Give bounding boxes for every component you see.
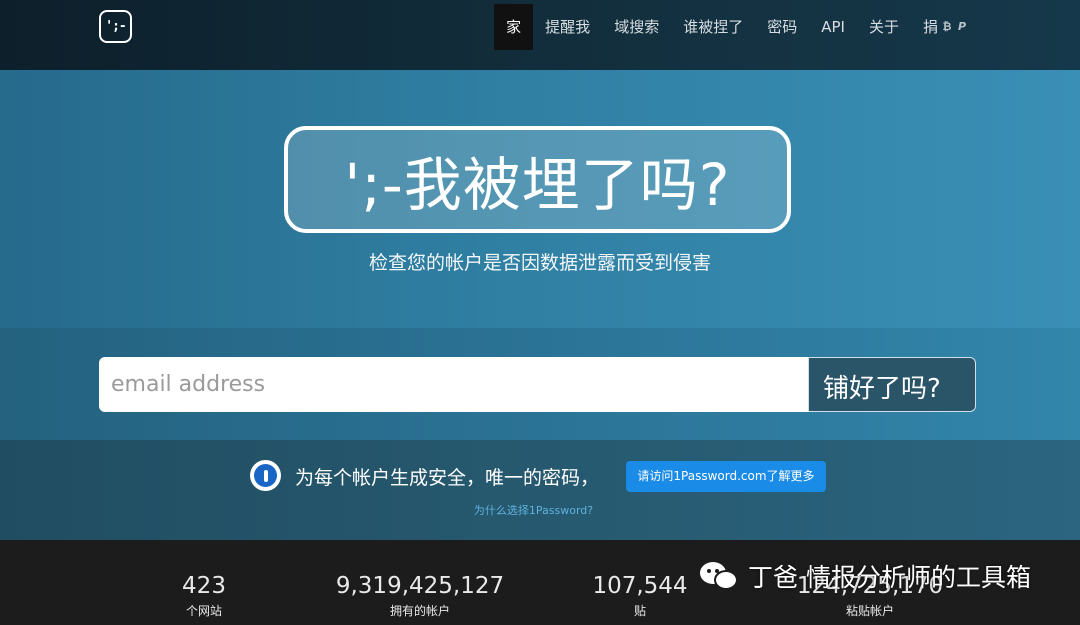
email-search-input[interactable] bbox=[99, 357, 809, 412]
bitcoin-icon: ₿ bbox=[942, 20, 952, 33]
stat-label: 粘贴帐户 bbox=[845, 604, 894, 618]
nav-item-whos-been-pwned[interactable]: 谁被捏了 bbox=[671, 4, 755, 50]
search-button[interactable]: 铺好了吗? bbox=[808, 357, 976, 412]
stat-value: 107,544 bbox=[592, 573, 688, 599]
stat-label: 个网站 bbox=[185, 604, 222, 618]
password-manager-promo: 为每个帐户生成安全，唯一的密码， 请访问1Password.com了解更多 为什… bbox=[0, 440, 1080, 540]
stat-value: 9,319,425,127 bbox=[335, 573, 505, 599]
paypal-icon: P bbox=[957, 20, 967, 33]
why-1password-link[interactable]: 为什么选择1Password? bbox=[0, 502, 1067, 518]
stat-value: 423 bbox=[182, 573, 226, 599]
promo-text: 为每个帐户生成安全，唯一的密码， bbox=[295, 467, 600, 489]
search-section: 铺好了吗? bbox=[0, 328, 1080, 440]
1password-icon bbox=[250, 460, 281, 491]
nav-item-donate[interactable]: 捐 ₿ P bbox=[911, 4, 980, 50]
watermark-text: 丁爸 情报分析师的工具箱 bbox=[748, 563, 1031, 592]
site-logo[interactable]: ';- bbox=[99, 10, 132, 43]
stat-pastes: 107,544 贴 bbox=[570, 572, 710, 619]
nav-item-notify-me[interactable]: 提醒我 bbox=[533, 4, 602, 50]
nav-item-passwords[interactable]: 密码 bbox=[755, 4, 809, 50]
hero-tagline: 检查您的帐户是否因数据泄露而受到侵害 bbox=[368, 252, 711, 274]
hero-title-box: ';-我被埋了吗? bbox=[284, 126, 791, 233]
nav-item-api[interactable]: API bbox=[809, 4, 857, 50]
stat-label: 拥有的帐户 bbox=[389, 604, 450, 618]
page-title: ';-我被埋了吗? bbox=[344, 150, 731, 219]
nav-item-home[interactable]: 家 bbox=[494, 4, 534, 50]
hero-section: ';-我被埋了吗? 检查您的帐户是否因数据泄露而受到侵害 bbox=[0, 70, 1080, 328]
wechat-watermark: 丁爸 情报分析师的工具箱 bbox=[700, 556, 1031, 596]
visit-1password-button[interactable]: 请访问1Password.com了解更多 bbox=[626, 461, 826, 492]
top-navbar: ';- 家 提醒我 域搜索 谁被捏了 密码 API 关于 捐 ₿ P bbox=[0, 0, 1080, 70]
nav-item-about[interactable]: 关于 bbox=[857, 4, 911, 50]
main-nav: 家 提醒我 域搜索 谁被捏了 密码 API 关于 捐 ₿ P bbox=[494, 4, 980, 50]
stat-accounts: 9,319,425,127 拥有的帐户 bbox=[320, 572, 520, 619]
nav-item-donate-label: 捐 bbox=[922, 18, 938, 36]
wechat-icon bbox=[700, 560, 740, 592]
nav-item-domain-search[interactable]: 域搜索 bbox=[602, 4, 671, 50]
stat-label: 贴 bbox=[633, 604, 646, 618]
stat-sites: 423 个网站 bbox=[164, 572, 244, 619]
